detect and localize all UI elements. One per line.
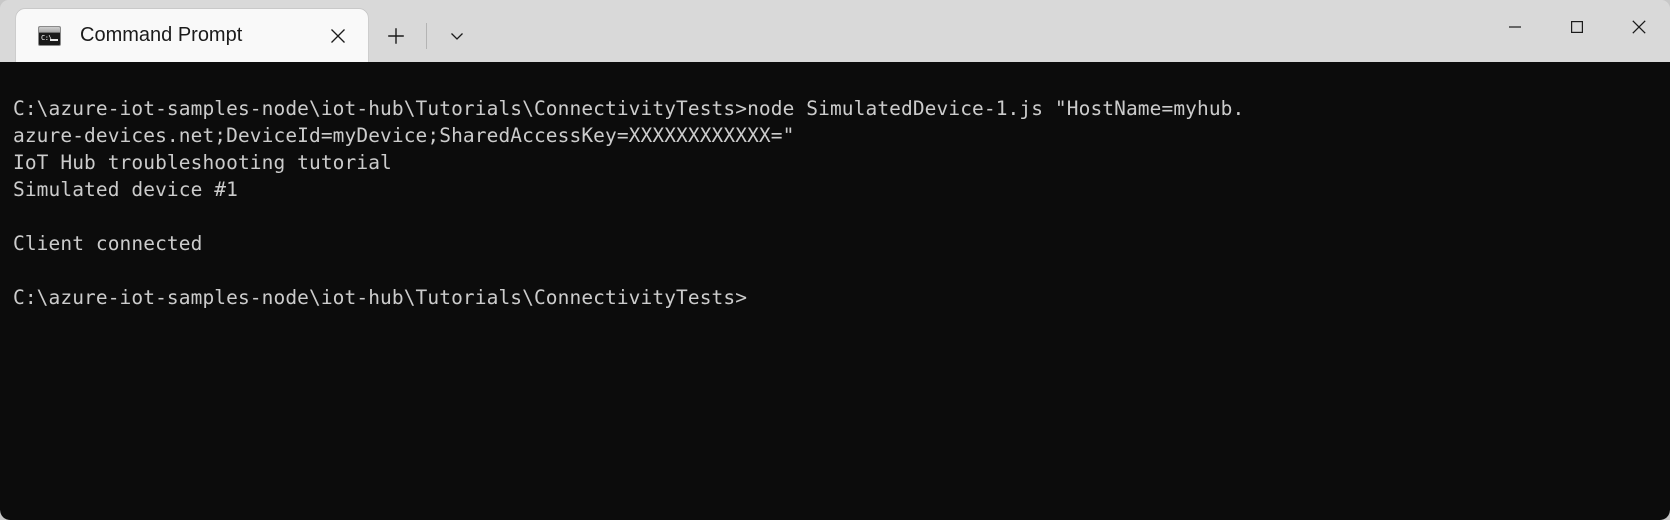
- tab-label: Command Prompt: [80, 24, 243, 46]
- tab-command-prompt[interactable]: C:\ Command Prompt: [16, 9, 368, 62]
- chevron-down-icon[interactable]: [435, 15, 479, 57]
- new-tab-icon[interactable]: [374, 15, 418, 57]
- maximize-button[interactable]: [1546, 0, 1608, 53]
- close-window-button[interactable]: [1608, 0, 1670, 53]
- window-caption-buttons: [1484, 0, 1670, 53]
- command-prompt-icon: C:\: [38, 25, 61, 46]
- command-prompt-window: C:\ Command Prompt C:\azure-iot-samples-…: [0, 0, 1670, 520]
- tab-strip-divider: [426, 22, 427, 49]
- tab-strip-controls: [368, 9, 479, 62]
- terminal-text: C:\azure-iot-samples-node\iot-hub\Tutori…: [13, 97, 1245, 309]
- close-tab-icon[interactable]: [318, 16, 358, 56]
- title-bar[interactable]: C:\ Command Prompt: [0, 0, 1670, 62]
- minimize-button[interactable]: [1484, 0, 1546, 53]
- icon-cursor-underscore: [50, 38, 58, 41]
- icon-titlebar-stripe: [39, 26, 60, 33]
- terminal-output-area[interactable]: C:\azure-iot-samples-node\iot-hub\Tutori…: [0, 62, 1670, 520]
